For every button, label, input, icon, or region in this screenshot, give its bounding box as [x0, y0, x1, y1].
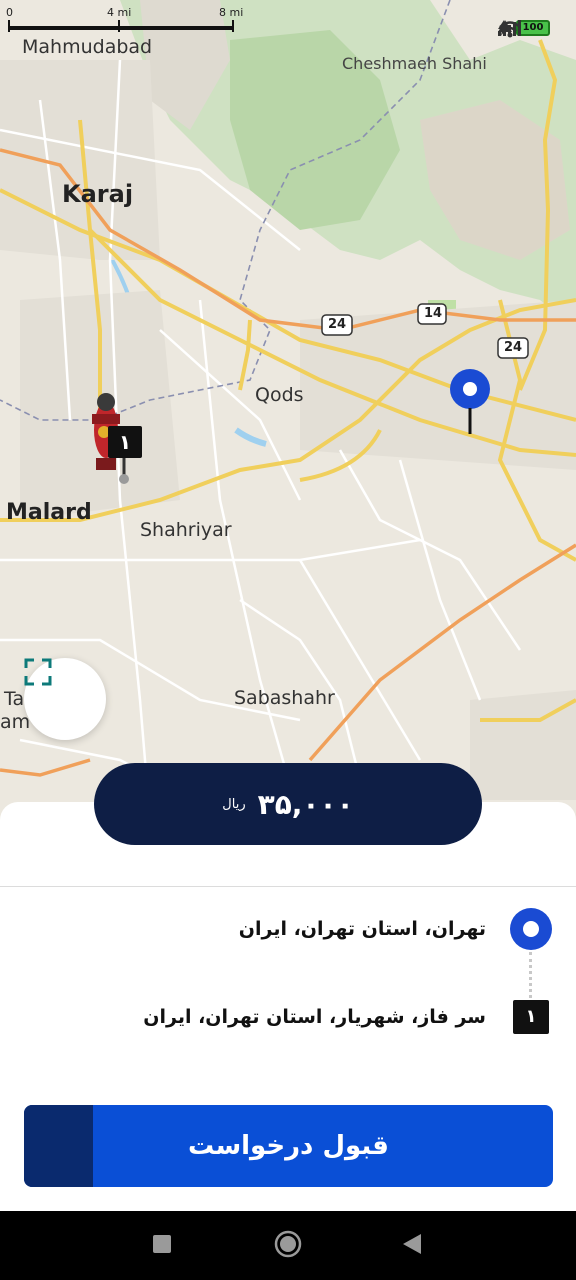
map-view[interactable]: 0 4 mi 8 mi 24 14 24 Mahmudabad Cheshmae…	[0, 0, 576, 820]
destination-number-badge: ۱	[108, 426, 142, 458]
pickup-address: تهران، استان تهران، ایران	[238, 918, 486, 940]
map-label-edge-top: Ta	[4, 688, 25, 710]
map-label-karaj: Karaj	[62, 180, 134, 208]
circle-icon	[274, 1230, 302, 1262]
destination-address: سر فاز، شهریار، استان تهران، ایران	[143, 1006, 486, 1028]
nav-recent-button[interactable]	[122, 1211, 202, 1280]
trip-price-pill: ۳۵,۰۰۰ ریال	[94, 763, 482, 845]
nav-home-button[interactable]	[248, 1211, 328, 1280]
accept-request-label: قبول درخواست	[188, 1131, 389, 1161]
destination-number-icon: ۱	[513, 1000, 549, 1034]
map-label-cheshmaeh-shahi: Cheshmaeh Shahi	[342, 54, 487, 73]
road-shield-24-west: 24	[328, 317, 347, 332]
map-label-mahmudabad: Mahmudabad	[22, 36, 153, 58]
price-unit: ریال	[222, 796, 246, 812]
expand-map-button[interactable]	[24, 658, 106, 740]
status-bar: 100	[498, 20, 556, 38]
pickup-location-marker[interactable]	[449, 368, 491, 434]
scale-label-end: 8 mi	[219, 6, 244, 19]
scale-label-zero: 0	[6, 6, 13, 19]
map-label-shahriyar: Shahriyar	[140, 519, 232, 541]
price-amount: ۳۵,۰۰۰	[257, 787, 354, 821]
square-icon	[153, 1234, 171, 1257]
sheet-divider	[0, 886, 576, 887]
accept-request-button[interactable]: قبول درخواست	[24, 1105, 553, 1187]
road-shield-14: 14	[424, 306, 443, 321]
destination-address-row: ۱ سر فاز، شهریار، استان تهران، ایران	[143, 1000, 552, 1034]
map-label-malard: Malard	[6, 500, 92, 525]
map-label-qods: Qods	[255, 384, 304, 406]
system-nav-bar	[0, 1211, 576, 1280]
screen: 0 4 mi 8 mi 24 14 24 Mahmudabad Cheshmae…	[0, 0, 576, 1280]
road-shield-24-east: 24	[504, 340, 523, 355]
route-connector	[529, 952, 533, 998]
accept-countdown-progress	[24, 1105, 93, 1187]
back-triangle-icon	[403, 1233, 421, 1258]
map-label-edge-bottom: am	[0, 711, 31, 733]
map-label-sabashahr: Sabashahr	[234, 687, 335, 709]
pickup-address-row: تهران، استان تهران، ایران	[239, 908, 552, 950]
scale-label-mid: 4 mi	[107, 6, 132, 19]
pickup-dot-icon	[510, 908, 552, 950]
nav-back-button[interactable]	[372, 1211, 452, 1280]
